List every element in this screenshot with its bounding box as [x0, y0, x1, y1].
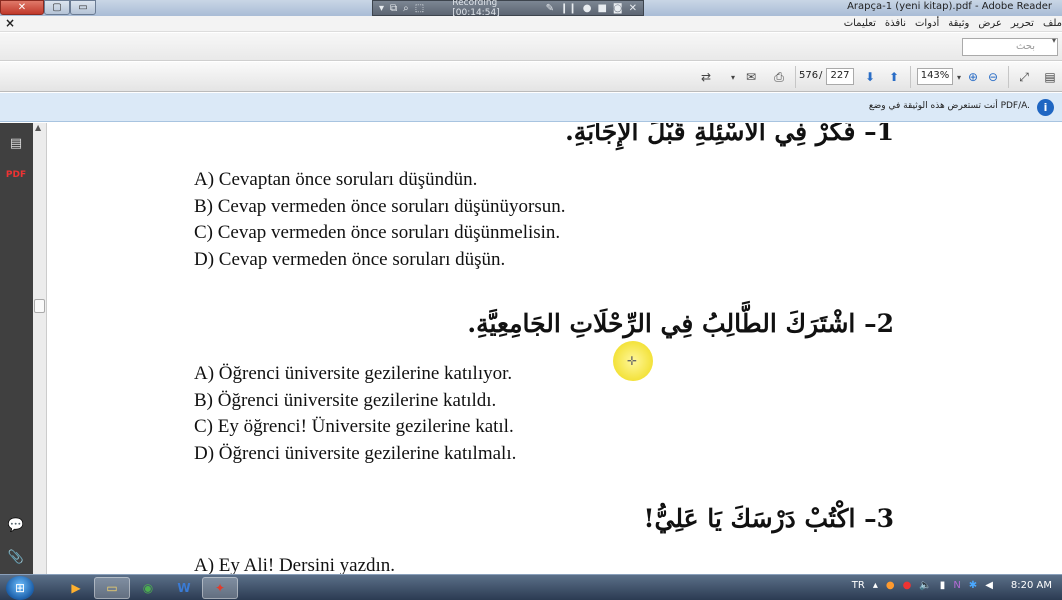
- close-document-button[interactable]: ×: [5, 16, 15, 30]
- maximize-window-button[interactable]: ▢: [44, 0, 70, 15]
- pen-icon[interactable]: ✎: [546, 3, 554, 14]
- menu-help[interactable]: تعليمات: [844, 18, 876, 29]
- option-b: B) Cevap vermeden önce soruları düşünüyo…: [194, 195, 566, 217]
- read-mode-icon[interactable]: ▤: [1040, 67, 1060, 87]
- sign-icon[interactable]: ⇄: [694, 67, 718, 87]
- search-input[interactable]: بحث: [962, 38, 1058, 56]
- system-tray: TR ▴ ● ● 🔈 ▮ N ✱ ◀ 8:20 AM: [852, 580, 1052, 591]
- toolbar-separator: [910, 66, 911, 88]
- info-icon: i: [1037, 99, 1054, 116]
- question-3-arabic: 3– اكْتُبْ دَرْسَكَ يَا عَلِيُّ!: [643, 504, 894, 533]
- menu-bar: × ملف تحرير عرض وثيقة أدوات نافذة تعليما…: [0, 16, 1062, 32]
- window-controls: ✕ ▢ ▭: [0, 0, 96, 15]
- crosshair-cursor-icon: ✛: [627, 354, 638, 368]
- menu-file[interactable]: ملف: [1043, 18, 1062, 29]
- maximize-icon: ▢: [52, 2, 62, 13]
- email-icon[interactable]: ✉: [740, 67, 762, 87]
- fit-page-icon[interactable]: ⤢: [1014, 67, 1034, 87]
- start-button[interactable]: ⊞: [6, 576, 34, 600]
- dropdown-icon[interactable]: ▾: [379, 3, 384, 14]
- menu-document[interactable]: وثيقة: [948, 18, 969, 29]
- option-c: C) Ey öğrenci! Üniversite gezilerine kat…: [194, 416, 514, 437]
- zoom-in-icon[interactable]: ⊕: [964, 67, 982, 87]
- paperclip-icon[interactable]: 📎: [7, 547, 25, 567]
- pages-panel-icon[interactable]: ▤: [7, 133, 25, 153]
- antivirus-icon[interactable]: ●: [903, 580, 912, 591]
- chrome-icon[interactable]: ◉: [130, 577, 166, 599]
- question-3-options: A) Ey Ali! Dersini yazdın.: [194, 553, 395, 574]
- pause-icon[interactable]: ❙❙: [560, 3, 577, 14]
- attachments-pdf-icon[interactable]: PDF: [6, 165, 26, 185]
- clock[interactable]: 8:20 AM: [1011, 580, 1052, 591]
- option-a: A) Cevaptan önce soruları düşündün.: [194, 169, 478, 190]
- camera-icon[interactable]: ◙: [613, 3, 623, 14]
- menu-window[interactable]: نافذة: [885, 18, 906, 29]
- question-1-arabic: 1– فَكِّرْ فِي الأَسْئِلَةِ قَبْلَ الإِج…: [565, 123, 894, 146]
- network-icon[interactable]: ▮: [940, 580, 946, 591]
- recording-toolbar: ▾ ⧉ ⌕ ⬚ Recording [00:14:54] ✎ ❙❙ ● ■ ◙ …: [372, 0, 644, 18]
- record-icon[interactable]: ●: [583, 3, 592, 14]
- scroll-thumb[interactable]: [34, 299, 45, 313]
- menu-items: ملف تحرير عرض وثيقة أدوات نافذة تعليمات: [844, 18, 1062, 29]
- close-window-button[interactable]: ✕: [0, 0, 44, 15]
- minimize-icon: ▭: [78, 2, 88, 13]
- question-2-options: A) Öğrenci üniversite gezilerine katılıy…: [194, 361, 516, 467]
- region-icon[interactable]: ⬚: [415, 3, 424, 14]
- navigation-pane: ▤ PDF 💬 📎: [0, 123, 33, 574]
- current-page-number: 576: [799, 70, 819, 81]
- question-1-options: A) Cevaptan önce soruları düşündün. B) C…: [194, 167, 565, 273]
- firefox-icon[interactable]: ●: [886, 580, 895, 591]
- zoom-out-icon[interactable]: ⊖: [984, 67, 1002, 87]
- menu-edit[interactable]: تحرير: [1011, 18, 1034, 29]
- toolbar-separator: [1008, 66, 1009, 88]
- menu-view[interactable]: عرض: [978, 18, 1002, 29]
- info-bar: أنت تستعرض هذه الوثيقة في وضع PDF/A. i: [0, 93, 1062, 122]
- scroll-up-icon[interactable]: ▲: [35, 123, 41, 132]
- comments-icon[interactable]: 💬: [7, 515, 25, 535]
- search-dropdown-icon[interactable]: ▾: [1052, 36, 1056, 45]
- adobe-reader-icon[interactable]: ✦: [202, 577, 238, 599]
- language-indicator[interactable]: TR: [852, 580, 865, 591]
- bluetooth-icon[interactable]: ✱: [969, 580, 977, 591]
- media-player-icon[interactable]: ▶: [58, 577, 94, 599]
- next-page-icon[interactable]: ⬇: [860, 67, 880, 87]
- search-row: بحث ▾: [0, 33, 1062, 61]
- vertical-scrollbar[interactable]: ▲: [33, 123, 47, 574]
- file-explorer-icon[interactable]: ▭: [94, 577, 130, 599]
- pages-icon[interactable]: ⧉: [390, 3, 397, 14]
- total-pages-field[interactable]: 227: [826, 68, 854, 85]
- word-icon[interactable]: W: [166, 577, 202, 599]
- speaker-icon[interactable]: ◀: [985, 580, 993, 591]
- option-a: A) Öğrenci üniversite gezilerine katılıy…: [194, 363, 513, 384]
- zoom-icon[interactable]: ⌕: [403, 3, 409, 14]
- onenote-icon[interactable]: N: [953, 580, 960, 591]
- window-title: Arapça-1 (yeni kitap).pdf - Adobe Reader: [847, 1, 1052, 12]
- option-c: C) Cevap vermeden önce soruları düşünmel…: [194, 222, 561, 243]
- option-a: A) Ey Ali! Dersini yazdın.: [194, 555, 396, 574]
- zoom-field[interactable]: 143%: [917, 68, 953, 85]
- document-page: 1– فَكِّرْ فِي الأَسْئِلَةِ قَبْلَ الإِج…: [48, 123, 1062, 574]
- option-b: B) Öğrenci üniversite gezilerine katıldı…: [194, 389, 497, 411]
- option-d: D) Cevap vermeden önce soruları düşün.: [194, 248, 506, 270]
- close-recorder-icon[interactable]: ✕: [629, 3, 637, 14]
- page-separator: /: [819, 70, 823, 81]
- print-icon[interactable]: ⎙: [768, 67, 790, 87]
- volume-icon[interactable]: 🔈: [919, 580, 931, 591]
- close-icon: ✕: [17, 2, 27, 13]
- show-hidden-icons-icon[interactable]: ▴: [873, 580, 878, 591]
- windows-logo-icon: ⊞: [14, 581, 26, 595]
- stop-icon[interactable]: ■: [597, 3, 606, 14]
- title-bar: ✕ ▢ ▭ ▾ ⧉ ⌕ ⬚ Recording [00:14:54] ✎ ❙❙ …: [0, 0, 1062, 18]
- option-d: D) Öğrenci üniversite gezilerine katılma…: [194, 442, 517, 464]
- question-2-arabic: 2– اشْتَرَكَ الطَّالِبُ فِي الرِّحْلَاتِ…: [467, 309, 894, 338]
- main-toolbar: ⇄ ▾ ✉ ⎙ 576 / 227 ⬇ ⬆ 143% ▾ ⊕ ⊖ ⤢ ▤: [0, 62, 1062, 92]
- sign-dropdown-icon[interactable]: ▾: [728, 67, 738, 87]
- zoom-dropdown-icon[interactable]: ▾: [954, 67, 964, 87]
- menu-tools[interactable]: أدوات: [915, 18, 939, 29]
- toolbar-separator: [795, 66, 796, 88]
- minimize-window-button[interactable]: ▭: [70, 0, 96, 15]
- taskbar: ⊞ ▶ ▭ ◉ W ✦ TR ▴ ● ● 🔈 ▮ N ✱ ◀ 8:20 AM: [0, 574, 1062, 600]
- previous-page-icon[interactable]: ⬆: [884, 67, 904, 87]
- pdfa-message: أنت تستعرض هذه الوثيقة في وضع PDF/A.: [868, 101, 1030, 111]
